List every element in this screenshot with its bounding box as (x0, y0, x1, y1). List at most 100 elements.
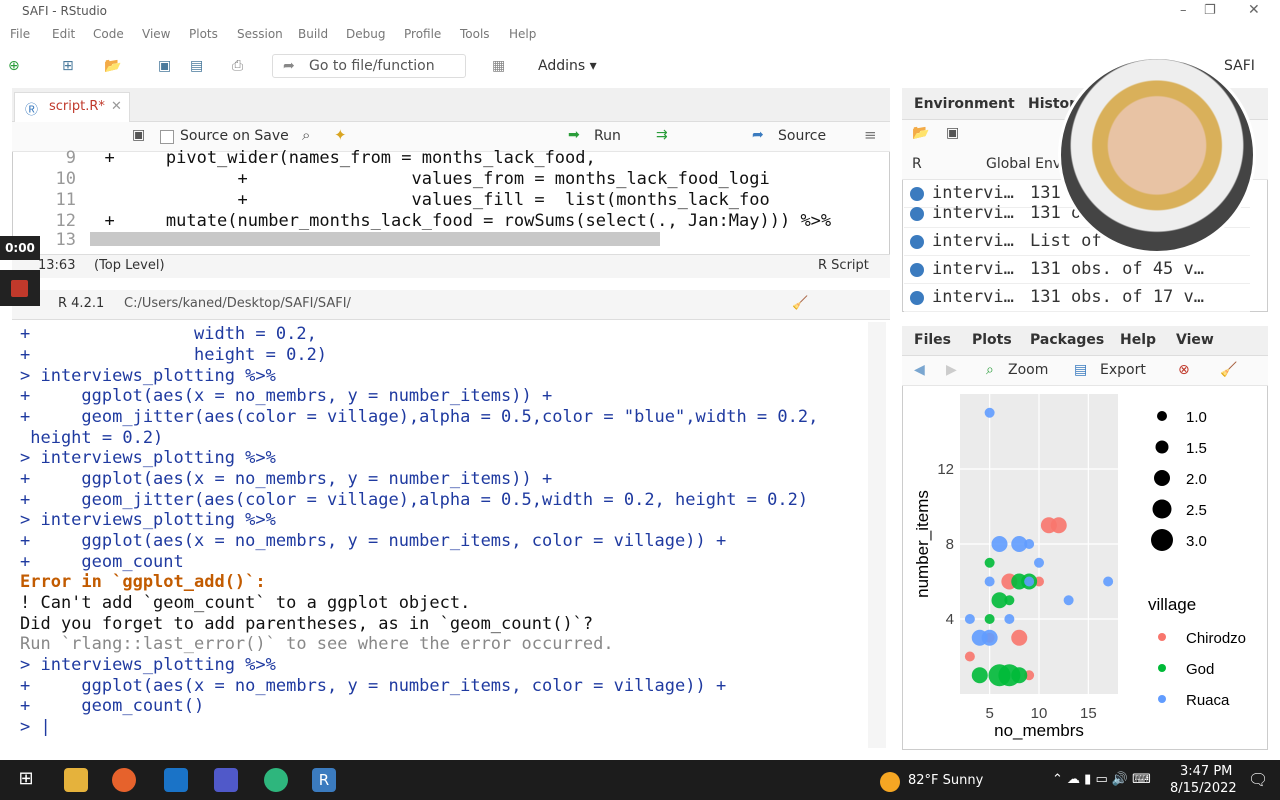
rerun-icon[interactable]: ⇉ (656, 127, 668, 143)
console-line: height = 0.2) (20, 428, 164, 448)
console-header: R 4.2.1 C:/Users/kaned/Desktop/SAFI/SAFI… (12, 290, 890, 320)
weather-text[interactable]: 82°F Sunny (908, 773, 983, 788)
zoom-button[interactable]: Zoom (1008, 362, 1048, 378)
console-prompt[interactable]: > | (20, 717, 51, 738)
close-tab-icon[interactable]: ✕ (111, 99, 122, 114)
env-row[interactable]: intervi… 131 obs. of 45 v… (904, 256, 1250, 284)
search-icon[interactable]: ⌕ (302, 126, 310, 144)
restore-icon[interactable]: ❐ (1204, 3, 1216, 18)
outlook-icon[interactable] (164, 768, 188, 792)
firefox-icon[interactable] (112, 768, 136, 792)
file-type-selector[interactable]: R Script (818, 258, 869, 273)
console-line: + width = 0.2, (20, 324, 317, 344)
language-select[interactable]: R (912, 156, 922, 172)
color-legend-label: Chirodzo (1186, 630, 1246, 647)
tab-viewer[interactable]: View (1176, 332, 1214, 348)
menu-build[interactable]: Build (298, 27, 328, 41)
project-menu[interactable]: SAFI (1224, 58, 1255, 74)
expand-icon[interactable] (910, 187, 924, 201)
x-tick-label: 5 (985, 705, 993, 722)
env-row[interactable]: intervi… 131 obs. of 17 v… (904, 284, 1250, 312)
console-output[interactable]: + width = 0.2, + height = 0.2) > intervi… (12, 320, 878, 748)
size-legend-label: 1.0 (1186, 409, 1207, 426)
color-legend-key (1158, 695, 1166, 703)
new-project-icon[interactable]: ⊞ (62, 58, 74, 74)
data-point (1004, 614, 1015, 624)
expand-icon[interactable] (910, 291, 924, 305)
menu-profile[interactable]: Profile (404, 27, 441, 41)
data-point (1024, 576, 1035, 587)
console-scrollbar[interactable] (868, 322, 886, 748)
code-area[interactable]: 9 + pivot_wider(names_from = months_lack… (12, 148, 872, 230)
windows-start-icon[interactable]: ⊞ (14, 768, 38, 792)
editor-status-bar: 13:63 (Top Level) R Script (12, 254, 890, 278)
back-arrow-icon[interactable]: ◀ (914, 362, 925, 378)
size-legend: 1.0 1.5 2.0 2.5 3.0 (1151, 409, 1207, 551)
forward-arrow-icon[interactable]: ▶ (946, 362, 957, 378)
broom-icon[interactable]: 🧹 (1220, 362, 1237, 378)
scope-selector[interactable]: (Top Level) (94, 258, 165, 273)
broom-icon[interactable]: 🧹 (792, 296, 808, 311)
expand-icon[interactable] (910, 263, 924, 277)
menu-tools[interactable]: Tools (460, 27, 490, 41)
expand-icon[interactable] (910, 207, 924, 221)
menu-debug[interactable]: Debug (346, 27, 385, 41)
save-icon[interactable]: ▣ (946, 125, 959, 141)
teams-icon[interactable] (214, 768, 238, 792)
new-file-icon[interactable]: ⊕ (8, 58, 20, 74)
env-name: intervi… (932, 203, 1014, 223)
data-point (991, 536, 1008, 552)
save-icon[interactable]: ▣ (132, 127, 145, 143)
wand-icon[interactable]: ✦ (334, 126, 347, 144)
save-all-icon[interactable]: ▤ (190, 58, 203, 74)
file-explorer-icon[interactable] (64, 768, 88, 792)
size-legend-label: 2.5 (1186, 502, 1207, 519)
notifications-icon[interactable]: 🗨 (1248, 770, 1268, 789)
source-button[interactable]: Source (778, 128, 826, 144)
slack-icon[interactable] (264, 768, 288, 792)
clock-time[interactable]: 3:47 PM (1180, 764, 1232, 779)
tab-packages[interactable]: Packages (1030, 332, 1104, 348)
tab-script-r[interactable]: Ⓡ script.R* ✕ (14, 92, 130, 122)
addins-label: Addins (538, 58, 586, 74)
close-icon[interactable]: ✕ (1248, 2, 1260, 18)
export-button[interactable]: Export (1100, 362, 1146, 378)
menu-code[interactable]: Code (93, 27, 124, 41)
menu-plots[interactable]: Plots (189, 27, 218, 41)
go-to-file-input[interactable]: ➦ Go to file/function (272, 54, 466, 78)
menu-view[interactable]: View (142, 27, 170, 41)
scope-select[interactable]: Global Env (986, 156, 1061, 172)
menu-session[interactable]: Session (237, 27, 283, 41)
editor-h-scrollbar[interactable] (90, 232, 660, 246)
minimize-icon[interactable]: – (1180, 3, 1187, 18)
tab-environment[interactable]: Environment (914, 96, 1015, 112)
run-button[interactable]: Run (594, 128, 621, 144)
grid-icon[interactable]: ▦ (492, 58, 505, 74)
tray-icons[interactable]: ⌃ ☁ ▮ ▭ 🔊 ⌨ (1052, 772, 1151, 787)
r-file-icon: Ⓡ (25, 103, 39, 118)
clock-date[interactable]: 8/15/2022 (1170, 781, 1237, 796)
rstudio-taskbar-icon[interactable]: R (312, 768, 336, 792)
tab-files[interactable]: Files (914, 332, 951, 348)
weather-icon (880, 772, 900, 792)
data-point (984, 407, 995, 418)
save-icon[interactable]: ▣ (158, 58, 171, 74)
print-icon[interactable]: ⎙ (232, 58, 243, 74)
open-icon[interactable]: 📂 (912, 125, 929, 141)
tab-help[interactable]: Help (1120, 332, 1156, 348)
addins-dropdown[interactable]: Addins ▾ (538, 58, 597, 74)
data-point (1103, 576, 1114, 587)
remove-plot-icon[interactable]: ⊗ (1178, 362, 1190, 378)
stop-recording-button[interactable] (0, 270, 40, 306)
data-point (964, 651, 975, 662)
source-on-save-checkbox[interactable] (160, 130, 174, 144)
menu-help[interactable]: Help (509, 27, 536, 41)
open-file-icon[interactable]: 📂 (104, 58, 121, 74)
tab-plots[interactable]: Plots (972, 332, 1012, 348)
menu-edit[interactable]: Edit (52, 27, 75, 41)
expand-icon[interactable] (910, 235, 924, 249)
menu-file[interactable]: File (10, 27, 30, 41)
outline-icon[interactable]: ≡ (864, 126, 877, 144)
data-point (1004, 595, 1015, 606)
working-directory[interactable]: C:/Users/kaned/Desktop/SAFI/SAFI/ (124, 296, 351, 311)
